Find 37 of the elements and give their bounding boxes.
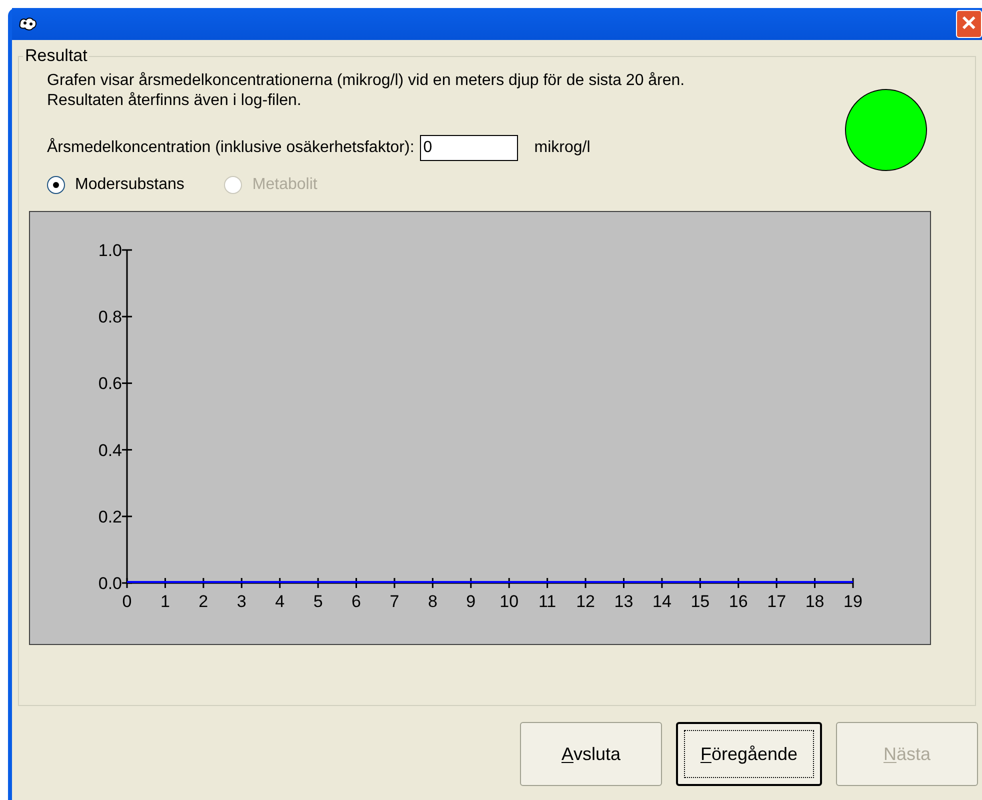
radio-icon [224,176,242,194]
description-text: Grafen visar årsmedelkoncentrationerna (mikrog/l) vid en meters djup för de sista 20 åren. Resultaten återfinns även i log-filen. [47,71,686,111]
y-tick-label: 0.0 [98,574,122,593]
y-tick-label: 0.2 [98,507,122,526]
x-tick-label: 5 [313,592,323,611]
x-tick-label: 8 [428,592,438,611]
x-tick-label: 4 [275,592,285,611]
x-tick-label: 16 [728,592,748,611]
x-tick-label: 18 [805,592,824,611]
dialog-button[interactable]: Avsluta [520,722,662,786]
x-tick-label: 17 [767,592,786,611]
concentration-label: Årsmedelkoncentration (inklusive osäkerhetsfaktor): [47,137,414,158]
radio-option[interactable]: Modersubstans [47,173,184,197]
x-tick-label: 9 [466,592,476,611]
x-tick-label: 6 [352,592,361,611]
y-tick-label: 0.8 [98,308,122,327]
x-tick-label: 0 [122,592,132,611]
x-tick-label: 1 [160,592,170,611]
y-tick-label: 0.4 [98,440,122,460]
x-tick-label: 10 [500,592,519,611]
x-tick-label: 14 [652,592,672,611]
app-logo-icon [18,17,38,31]
close-button[interactable]: ✕ [956,10,982,38]
x-tick-label: 3 [236,592,246,611]
concentration-field[interactable]: 0 [420,135,518,161]
dialog-button[interactable]: Föregående [676,722,822,786]
unit-label: mikrog/l [534,138,590,158]
x-tick-label: 7 [390,592,400,611]
y-tick-label: 0.6 [98,374,122,394]
x-tick-label: 15 [690,592,710,611]
x-tick-label: 19 [844,592,862,611]
x-tick-label: 12 [576,592,595,611]
x-tick-label: 13 [614,592,634,611]
x-tick-label: 11 [538,592,556,611]
y-tick-label: 1.0 [98,241,122,260]
x-tick-label: 2 [198,592,208,611]
radio-icon [47,176,65,194]
